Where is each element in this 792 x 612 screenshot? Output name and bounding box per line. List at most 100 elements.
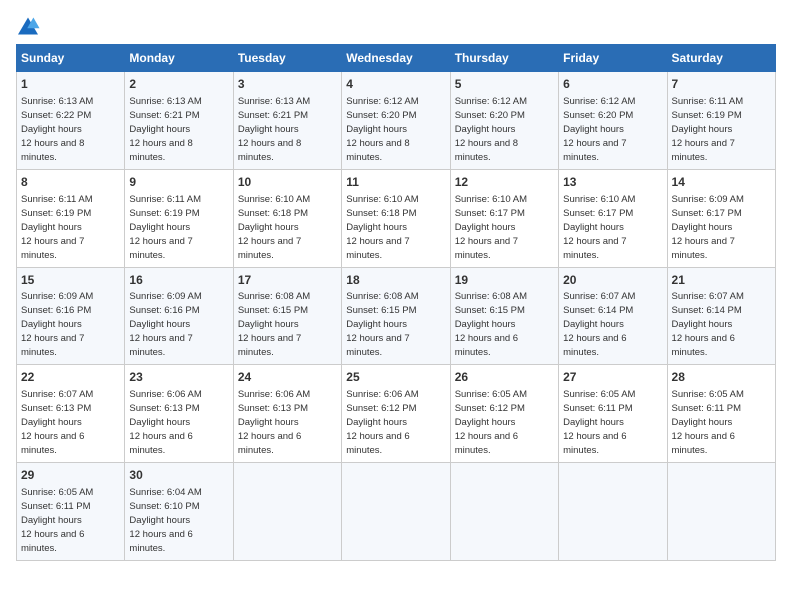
day-daylight-label: Daylight hours (672, 417, 733, 428)
day-daylight-label: Daylight hours (346, 417, 407, 428)
day-sunset: Sunset: 6:17 PM (455, 208, 525, 219)
calendar-cell: 7 Sunrise: 6:11 AM Sunset: 6:19 PM Dayli… (667, 72, 775, 170)
calendar-week-3: 15 Sunrise: 6:09 AM Sunset: 6:16 PM Dayl… (17, 267, 776, 365)
day-daylight-value: 12 hours and 7 minutes. (21, 236, 84, 261)
day-daylight-value: 12 hours and 6 minutes. (455, 431, 518, 456)
day-daylight-value: 12 hours and 7 minutes. (129, 333, 192, 358)
day-sunrise: Sunrise: 6:12 AM (563, 96, 635, 107)
day-daylight-label: Daylight hours (21, 222, 82, 233)
day-daylight-value: 12 hours and 8 minutes. (238, 138, 301, 163)
day-daylight-value: 12 hours and 6 minutes. (129, 431, 192, 456)
day-number: 22 (21, 369, 120, 386)
column-header-friday: Friday (559, 45, 667, 72)
day-sunset: Sunset: 6:16 PM (21, 305, 91, 316)
day-sunset: Sunset: 6:18 PM (238, 208, 308, 219)
day-sunrise: Sunrise: 6:06 AM (346, 389, 418, 400)
calendar-cell: 8 Sunrise: 6:11 AM Sunset: 6:19 PM Dayli… (17, 169, 125, 267)
calendar-cell: 19 Sunrise: 6:08 AM Sunset: 6:15 PM Dayl… (450, 267, 558, 365)
calendar-cell: 4 Sunrise: 6:12 AM Sunset: 6:20 PM Dayli… (342, 72, 450, 170)
logo-icon (16, 16, 40, 36)
day-daylight-value: 12 hours and 6 minutes. (563, 431, 626, 456)
day-sunset: Sunset: 6:13 PM (129, 403, 199, 414)
day-daylight-value: 12 hours and 7 minutes. (563, 138, 626, 163)
calendar-cell (342, 463, 450, 561)
day-sunset: Sunset: 6:17 PM (672, 208, 742, 219)
day-number: 3 (238, 76, 337, 93)
day-sunrise: Sunrise: 6:07 AM (672, 291, 744, 302)
day-sunrise: Sunrise: 6:09 AM (672, 194, 744, 205)
day-sunset: Sunset: 6:11 PM (672, 403, 742, 414)
calendar-cell: 16 Sunrise: 6:09 AM Sunset: 6:16 PM Dayl… (125, 267, 233, 365)
day-number: 25 (346, 369, 445, 386)
day-number: 19 (455, 272, 554, 289)
day-number: 27 (563, 369, 662, 386)
day-sunset: Sunset: 6:15 PM (238, 305, 308, 316)
calendar-week-1: 1 Sunrise: 6:13 AM Sunset: 6:22 PM Dayli… (17, 72, 776, 170)
day-daylight-value: 12 hours and 7 minutes. (238, 236, 301, 261)
day-sunset: Sunset: 6:22 PM (21, 110, 91, 121)
day-daylight-value: 12 hours and 7 minutes. (238, 333, 301, 358)
day-daylight-value: 12 hours and 7 minutes. (346, 333, 409, 358)
day-daylight-label: Daylight hours (672, 124, 733, 135)
calendar-cell (667, 463, 775, 561)
day-number: 11 (346, 174, 445, 191)
day-number: 13 (563, 174, 662, 191)
day-daylight-value: 12 hours and 8 minutes. (455, 138, 518, 163)
day-sunrise: Sunrise: 6:09 AM (21, 291, 93, 302)
day-sunset: Sunset: 6:19 PM (21, 208, 91, 219)
day-sunset: Sunset: 6:21 PM (238, 110, 308, 121)
calendar-header-row: SundayMondayTuesdayWednesdayThursdayFrid… (17, 45, 776, 72)
day-sunrise: Sunrise: 6:10 AM (346, 194, 418, 205)
day-number: 12 (455, 174, 554, 191)
calendar-cell: 15 Sunrise: 6:09 AM Sunset: 6:16 PM Dayl… (17, 267, 125, 365)
day-daylight-label: Daylight hours (129, 515, 190, 526)
day-number: 26 (455, 369, 554, 386)
day-number: 4 (346, 76, 445, 93)
day-sunset: Sunset: 6:21 PM (129, 110, 199, 121)
logo (16, 16, 44, 36)
day-daylight-label: Daylight hours (21, 124, 82, 135)
day-sunrise: Sunrise: 6:10 AM (455, 194, 527, 205)
day-daylight-value: 12 hours and 7 minutes. (672, 236, 735, 261)
day-daylight-value: 12 hours and 8 minutes. (129, 138, 192, 163)
day-sunrise: Sunrise: 6:05 AM (672, 389, 744, 400)
day-daylight-label: Daylight hours (346, 222, 407, 233)
calendar-cell: 14 Sunrise: 6:09 AM Sunset: 6:17 PM Dayl… (667, 169, 775, 267)
day-sunset: Sunset: 6:20 PM (563, 110, 633, 121)
day-sunrise: Sunrise: 6:13 AM (21, 96, 93, 107)
day-daylight-label: Daylight hours (21, 319, 82, 330)
day-sunset: Sunset: 6:13 PM (238, 403, 308, 414)
day-sunrise: Sunrise: 6:08 AM (238, 291, 310, 302)
day-number: 23 (129, 369, 228, 386)
day-sunrise: Sunrise: 6:08 AM (455, 291, 527, 302)
calendar-cell: 21 Sunrise: 6:07 AM Sunset: 6:14 PM Dayl… (667, 267, 775, 365)
column-header-thursday: Thursday (450, 45, 558, 72)
day-number: 7 (672, 76, 771, 93)
day-sunset: Sunset: 6:12 PM (455, 403, 525, 414)
day-number: 16 (129, 272, 228, 289)
day-daylight-label: Daylight hours (563, 417, 624, 428)
day-sunset: Sunset: 6:18 PM (346, 208, 416, 219)
day-daylight-value: 12 hours and 6 minutes. (238, 431, 301, 456)
day-daylight-value: 12 hours and 7 minutes. (21, 333, 84, 358)
calendar-cell: 28 Sunrise: 6:05 AM Sunset: 6:11 PM Dayl… (667, 365, 775, 463)
day-daylight-label: Daylight hours (346, 124, 407, 135)
calendar-cell: 17 Sunrise: 6:08 AM Sunset: 6:15 PM Dayl… (233, 267, 341, 365)
column-header-saturday: Saturday (667, 45, 775, 72)
calendar-cell: 22 Sunrise: 6:07 AM Sunset: 6:13 PM Dayl… (17, 365, 125, 463)
calendar-cell: 10 Sunrise: 6:10 AM Sunset: 6:18 PM Dayl… (233, 169, 341, 267)
day-number: 10 (238, 174, 337, 191)
day-sunset: Sunset: 6:19 PM (129, 208, 199, 219)
day-sunset: Sunset: 6:11 PM (21, 501, 91, 512)
day-number: 28 (672, 369, 771, 386)
calendar-cell (559, 463, 667, 561)
day-number: 30 (129, 467, 228, 484)
calendar-cell: 30 Sunrise: 6:04 AM Sunset: 6:10 PM Dayl… (125, 463, 233, 561)
calendar-cell: 13 Sunrise: 6:10 AM Sunset: 6:17 PM Dayl… (559, 169, 667, 267)
day-daylight-label: Daylight hours (672, 222, 733, 233)
day-sunrise: Sunrise: 6:06 AM (238, 389, 310, 400)
day-sunset: Sunset: 6:15 PM (346, 305, 416, 316)
day-sunrise: Sunrise: 6:07 AM (563, 291, 635, 302)
day-number: 21 (672, 272, 771, 289)
day-sunrise: Sunrise: 6:13 AM (238, 96, 310, 107)
